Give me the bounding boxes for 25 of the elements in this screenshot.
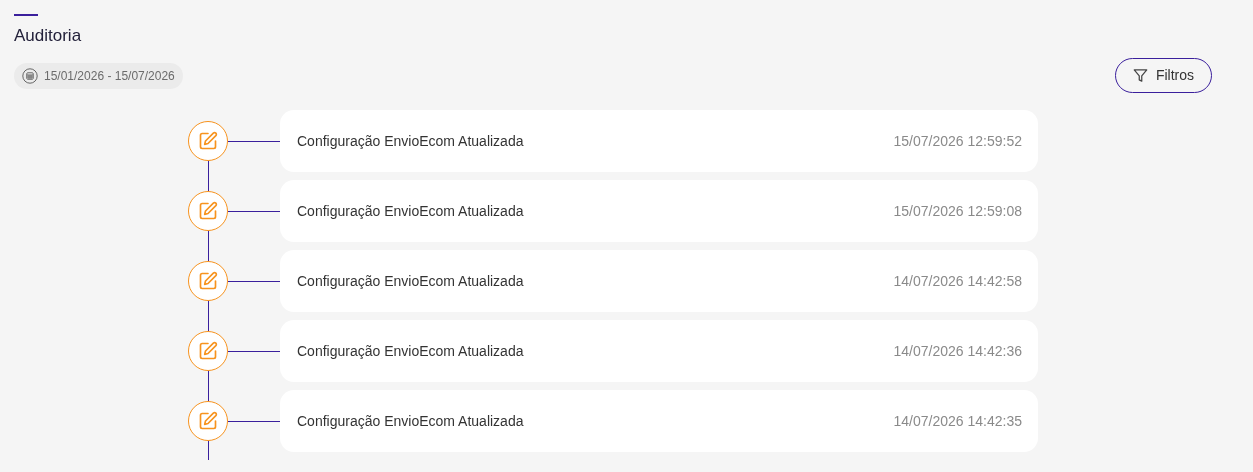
entry-title: Configuração EnvioEcom Atualizada bbox=[297, 271, 524, 291]
edit-icon bbox=[198, 131, 218, 151]
entry-title: Configuração EnvioEcom Atualizada bbox=[297, 131, 524, 151]
entry-timestamp: 14/07/2026 14:42:35 bbox=[893, 411, 1022, 431]
edit-icon bbox=[198, 201, 218, 221]
edit-icon bbox=[198, 271, 218, 291]
entry-timestamp: 14/07/2026 14:42:58 bbox=[893, 271, 1022, 291]
entry-timestamp: 14/07/2026 14:42:36 bbox=[893, 341, 1022, 361]
calendar-icon bbox=[22, 67, 38, 84]
entry-title: Configuração EnvioEcom Atualizada bbox=[297, 201, 524, 221]
entry-title: Configuração EnvioEcom Atualizada bbox=[297, 341, 524, 361]
audit-entry-card[interactable]: Configuração EnvioEcom Atualizada 14/07/2026 14:42:58 bbox=[280, 250, 1038, 312]
filter-icon bbox=[1132, 68, 1148, 83]
entry-timestamp: 15/07/2026 12:59:08 bbox=[893, 201, 1022, 221]
date-range: 15/01/2026 - 15/07/2026 bbox=[44, 67, 175, 85]
date-range-chip[interactable]: 15/01/2026 - 15/07/2026 bbox=[14, 62, 183, 89]
edit-icon bbox=[198, 341, 218, 361]
audit-entry-card[interactable]: Configuração EnvioEcom Atualizada 15/07/2026 12:59:52 bbox=[280, 110, 1038, 172]
page-title: Auditoria bbox=[14, 25, 82, 47]
audit-entry-card[interactable]: Configuração EnvioEcom Atualizada 15/07/2026 12:59:08 bbox=[280, 180, 1038, 242]
audit-entry-card[interactable]: Configuração EnvioEcom Atualizada 14/07/2026 14:42:35 bbox=[280, 390, 1038, 452]
entry-timestamp: 15/07/2026 12:59:52 bbox=[893, 131, 1022, 151]
edit-icon bbox=[198, 411, 218, 431]
audit-entry-card[interactable]: Configuração EnvioEcom Atualizada 14/07/2026 14:42:36 bbox=[280, 320, 1038, 382]
entry-title: Configuração EnvioEcom Atualizada bbox=[297, 411, 524, 431]
